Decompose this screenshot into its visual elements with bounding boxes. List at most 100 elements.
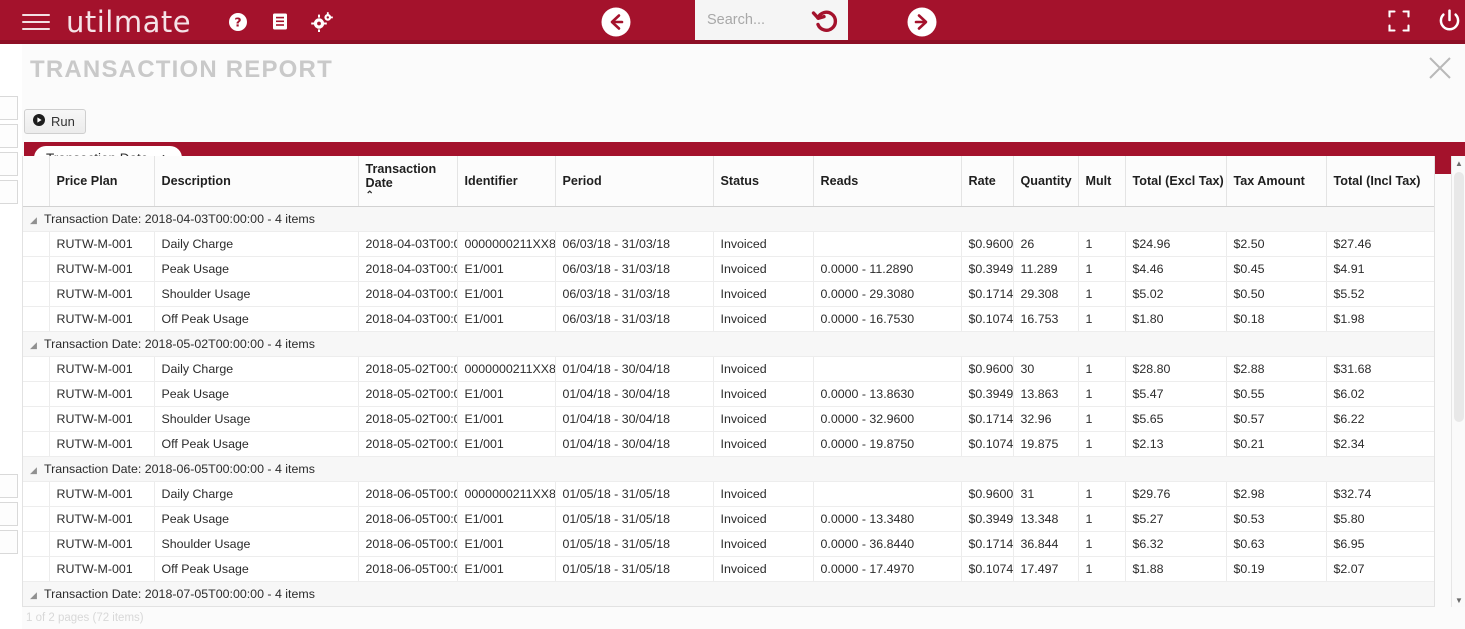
row-select-cell[interactable] xyxy=(23,231,50,257)
cell-transaction-date: 2018-05-02T00:00:0 xyxy=(358,431,458,457)
select-all-column-header[interactable] xyxy=(23,156,50,207)
row-select-cell[interactable] xyxy=(23,256,50,282)
fullscreen-icon[interactable] xyxy=(1388,10,1410,37)
cell-quantity: 30 xyxy=(1013,356,1079,382)
transaction-grid[interactable]: Price Plan Description Transaction Date ⌃ Id… xyxy=(22,156,1435,607)
column-header-reads[interactable]: Reads xyxy=(813,156,962,207)
cell-tax-amount: $0.19 xyxy=(1226,556,1327,582)
cell-period: 01/05/18 - 31/05/18 xyxy=(555,481,714,507)
app-header: utilmate ? xyxy=(0,0,1465,43)
column-header-identifier[interactable]: Identifier xyxy=(457,156,556,207)
cell-tax-amount: $2.50 xyxy=(1226,231,1327,257)
scroll-up-arrow-icon[interactable]: ▲ xyxy=(1452,156,1465,170)
cell-status: Invoiced xyxy=(713,256,814,282)
cell-rate: $0.3949 xyxy=(961,256,1014,282)
column-header-label: Price Plan xyxy=(56,174,118,188)
reset-undo-icon[interactable] xyxy=(810,6,840,39)
table-row[interactable]: RUTW-M-001Shoulder Usage2018-04-03T00:00… xyxy=(23,281,1434,307)
cell-description: Daily Charge xyxy=(154,481,359,507)
column-header-rate[interactable]: Rate xyxy=(961,156,1014,207)
cell-period: 06/03/18 - 31/03/18 xyxy=(555,231,714,257)
background-ghost-field xyxy=(0,96,18,120)
table-row[interactable]: RUTW-M-001Shoulder Usage2018-05-02T00:00… xyxy=(23,406,1434,432)
cell-rate: $0.1714 xyxy=(961,531,1014,557)
column-header-total-incl-tax[interactable]: Total (Incl Tax) xyxy=(1326,156,1434,207)
group-header-row[interactable]: ◢ Transaction Date: 2018-04-03T00:00:00 -… xyxy=(23,206,1434,232)
row-select-cell[interactable] xyxy=(23,381,50,407)
column-header-total-excl-tax[interactable]: Total (Excl Tax) xyxy=(1125,156,1227,207)
table-row[interactable]: RUTW-M-001Off Peak Usage2018-06-05T00:00… xyxy=(23,556,1434,582)
cell-status: Invoiced xyxy=(713,381,814,407)
cell-reads: 0.0000 - 13.3480 xyxy=(813,506,962,532)
book-icon[interactable] xyxy=(259,0,301,43)
group-header-row[interactable]: ◢ Transaction Date: 2018-07-05T00:00:00 -… xyxy=(23,581,1434,606)
table-row[interactable]: RUTW-M-001Peak Usage2018-05-02T00:00:0E1… xyxy=(23,381,1434,407)
group-header-label: Transaction Date: 2018-06-05T00:00:00 - … xyxy=(44,462,315,476)
global-search-box[interactable] xyxy=(695,0,848,40)
grid-vertical-scrollbar[interactable]: ▲ ▼ xyxy=(1451,156,1465,607)
search-input[interactable] xyxy=(707,3,815,37)
transaction-table: Price Plan Description Transaction Date ⌃ Id… xyxy=(23,156,1434,606)
group-collapse-icon[interactable]: ◢ xyxy=(30,215,44,226)
run-button[interactable]: Run xyxy=(24,109,86,134)
column-header-quantity[interactable]: Quantity xyxy=(1013,156,1079,207)
cell-mult: 1 xyxy=(1078,531,1126,557)
row-select-cell[interactable] xyxy=(23,506,50,532)
row-select-cell[interactable] xyxy=(23,431,50,457)
nav-forward-button[interactable] xyxy=(906,6,938,38)
table-row[interactable]: RUTW-M-001Shoulder Usage2018-06-05T00:00… xyxy=(23,531,1434,557)
cell-rate: $0.1074 xyxy=(961,306,1014,332)
cell-transaction-date: 2018-05-02T00:00:0 xyxy=(358,356,458,382)
column-header-mult[interactable]: Mult xyxy=(1078,156,1126,207)
scroll-down-arrow-icon[interactable]: ▼ xyxy=(1452,593,1465,607)
cell-status: Invoiced xyxy=(713,481,814,507)
row-select-cell[interactable] xyxy=(23,531,50,557)
cell-description: Off Peak Usage xyxy=(154,431,359,457)
cell-reads: 0.0000 - 13.8630 xyxy=(813,381,962,407)
cell-price-plan: RUTW-M-001 xyxy=(49,306,155,332)
row-select-cell[interactable] xyxy=(23,306,50,332)
group-header-row[interactable]: ◢ Transaction Date: 2018-05-02T00:00:00 -… xyxy=(23,331,1434,357)
column-header-description[interactable]: Description xyxy=(154,156,359,207)
row-select-cell[interactable] xyxy=(23,356,50,382)
row-select-cell[interactable] xyxy=(23,406,50,432)
table-row[interactable]: RUTW-M-001Peak Usage2018-06-05T00:00:0E1… xyxy=(23,506,1434,532)
row-select-cell[interactable] xyxy=(23,556,50,582)
power-icon[interactable] xyxy=(1438,9,1461,38)
table-row[interactable]: RUTW-M-001Daily Charge2018-06-05T00:00:0… xyxy=(23,481,1434,507)
table-row[interactable]: RUTW-M-001Daily Charge2018-05-02T00:00:0… xyxy=(23,356,1434,382)
gears-icon[interactable] xyxy=(301,0,343,43)
background-ghost-field xyxy=(0,152,18,176)
group-collapse-icon[interactable]: ◢ xyxy=(30,340,44,351)
column-header-label: Status xyxy=(720,174,760,188)
cell-total-excl-tax: $5.27 xyxy=(1125,506,1227,532)
cell-mult: 1 xyxy=(1078,556,1126,582)
cell-transaction-date: 2018-06-05T00:00:0 xyxy=(358,481,458,507)
row-select-cell[interactable] xyxy=(23,481,50,507)
table-row[interactable]: RUTW-M-001Daily Charge2018-04-03T00:00:0… xyxy=(23,231,1434,257)
cell-status: Invoiced xyxy=(713,556,814,582)
close-icon[interactable] xyxy=(1425,53,1455,88)
cell-description: Peak Usage xyxy=(154,381,359,407)
column-header-price-plan[interactable]: Price Plan xyxy=(49,156,155,207)
table-row[interactable]: RUTW-M-001Off Peak Usage2018-04-03T00:00… xyxy=(23,306,1434,332)
cell-period: 01/05/18 - 31/05/18 xyxy=(555,531,714,557)
cell-period: 01/04/18 - 30/04/18 xyxy=(555,406,714,432)
hamburger-icon[interactable] xyxy=(14,0,58,43)
table-row[interactable]: RUTW-M-001Off Peak Usage2018-05-02T00:00… xyxy=(23,431,1434,457)
column-header-tax-amount[interactable]: Tax Amount xyxy=(1226,156,1327,207)
column-header-period[interactable]: Period xyxy=(555,156,714,207)
cell-transaction-date: 2018-04-03T00:00:0 xyxy=(358,306,458,332)
scrollbar-thumb[interactable] xyxy=(1454,172,1464,422)
cell-price-plan: RUTW-M-001 xyxy=(49,531,155,557)
table-row[interactable]: RUTW-M-001Peak Usage2018-04-03T00:00:0E1… xyxy=(23,256,1434,282)
column-header-transaction-date[interactable]: Transaction Date ⌃ xyxy=(358,156,458,207)
cell-quantity: 11.289 xyxy=(1013,256,1079,282)
column-header-status[interactable]: Status xyxy=(713,156,814,207)
nav-back-button[interactable] xyxy=(600,6,632,38)
group-collapse-icon[interactable]: ◢ xyxy=(30,590,44,601)
group-collapse-icon[interactable]: ◢ xyxy=(30,465,44,476)
row-select-cell[interactable] xyxy=(23,281,50,307)
group-header-row[interactable]: ◢ Transaction Date: 2018-06-05T00:00:00 -… xyxy=(23,456,1434,482)
help-circle-icon[interactable]: ? xyxy=(217,0,259,43)
